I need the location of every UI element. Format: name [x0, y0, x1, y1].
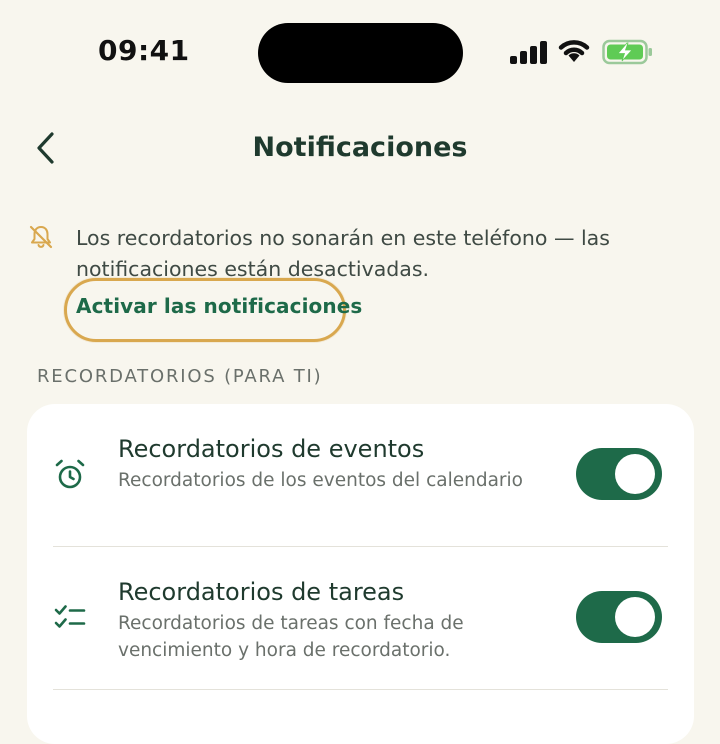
cellular-signal-icon	[510, 40, 548, 64]
section-label: RECORDATORIOS (PARA TI)	[37, 366, 323, 387]
wifi-icon	[558, 40, 590, 62]
dynamic-island	[258, 23, 463, 83]
nav-header: Notificaciones	[0, 118, 720, 182]
checklist-icon	[54, 605, 86, 628]
setting-row-task-reminders[interactable]: Recordatorios de tareas Recordatorios de…	[27, 547, 694, 689]
toggle-knob	[615, 597, 655, 637]
setting-subtitle: Recordatorios de tareas con fecha de ven…	[118, 613, 464, 661]
setting-title: Recordatorios de eventos	[118, 435, 425, 463]
status-bar: 09:41	[0, 0, 720, 110]
row-divider	[53, 689, 668, 690]
status-time: 09:41	[98, 34, 190, 67]
battery-charging-icon	[602, 39, 652, 65]
reminders-card: Recordatorios de eventos Recordatorios d…	[27, 404, 694, 744]
setting-title: Recordatorios de tareas	[118, 578, 405, 606]
task-reminders-toggle[interactable]	[576, 591, 662, 643]
toggle-knob	[615, 454, 655, 494]
bell-off-icon	[29, 225, 53, 249]
setting-subtitle: Recordatorios de los eventos del calenda…	[118, 470, 523, 491]
event-reminders-toggle[interactable]	[576, 448, 662, 500]
alarm-clock-icon	[55, 459, 85, 489]
notifications-disabled-message: Los recordatorios no sonarán en este tel…	[76, 226, 610, 281]
page-title: Notificaciones	[252, 132, 468, 163]
setting-row-event-reminders[interactable]: Recordatorios de eventos Recordatorios d…	[27, 404, 694, 546]
activate-notifications-link[interactable]: Activar las notificaciones	[76, 294, 362, 318]
